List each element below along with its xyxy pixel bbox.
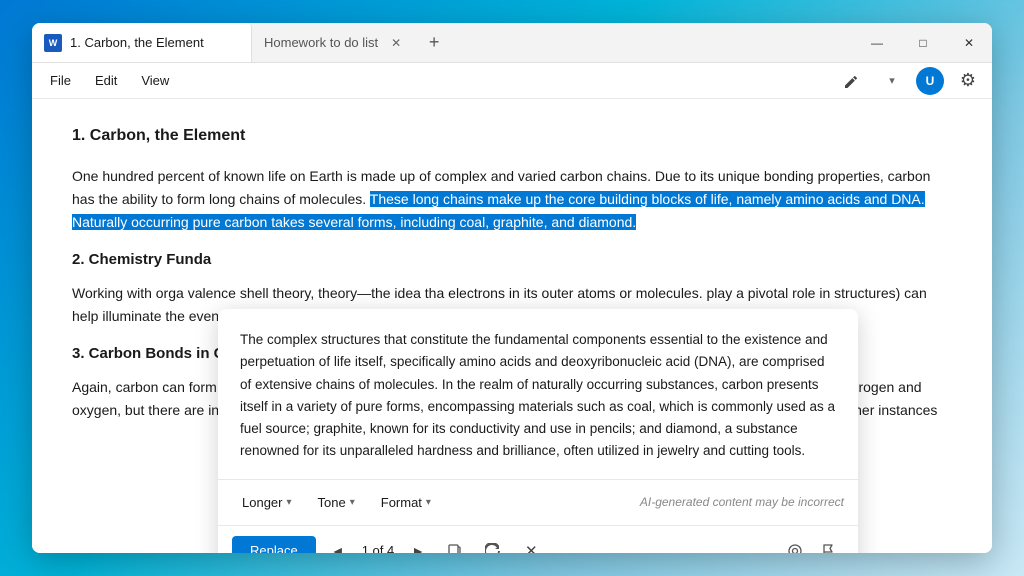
ai-popup-text: The complex structures that constitute t… bbox=[218, 309, 858, 480]
app-window: W 1. Carbon, the Element Homework to do … bbox=[32, 23, 992, 553]
new-tab-button[interactable]: + bbox=[418, 23, 450, 62]
longer-label: Longer bbox=[242, 495, 282, 510]
inactive-tab[interactable]: Homework to do list ✕ bbox=[252, 23, 418, 62]
active-tab[interactable]: W 1. Carbon, the Element bbox=[32, 23, 252, 62]
ai-popup-actions: Replace ◄ 1 of 4 ► ✕ bbox=[218, 526, 858, 553]
replace-button[interactable]: Replace bbox=[232, 536, 316, 553]
content-area: 1. Carbon, the Element One hundred perce… bbox=[32, 99, 992, 553]
longer-dropdown[interactable]: Longer ▾ bbox=[232, 490, 302, 515]
refresh-button[interactable] bbox=[478, 536, 508, 553]
nav-counter: 1 of 4 bbox=[360, 543, 397, 553]
ai-popup: The complex structures that constitute t… bbox=[218, 309, 858, 553]
menu-bar: File Edit View ▾ U ⚙ bbox=[32, 63, 992, 99]
edit-icon[interactable] bbox=[836, 65, 868, 97]
maximize-button[interactable]: □ bbox=[900, 23, 946, 63]
active-tab-label: 1. Carbon, the Element bbox=[70, 35, 204, 50]
user-avatar[interactable]: U bbox=[916, 67, 944, 95]
close-ai-button[interactable]: ✕ bbox=[516, 536, 546, 553]
format-arrow-icon: ▾ bbox=[426, 497, 431, 508]
window-controls: — □ ✕ bbox=[854, 23, 992, 62]
right-actions bbox=[780, 536, 844, 553]
menu-edit[interactable]: Edit bbox=[85, 69, 127, 92]
format-label: Format bbox=[381, 495, 422, 510]
toolbar-right: ▾ U ⚙ bbox=[836, 65, 984, 97]
inactive-tab-label: Homework to do list bbox=[264, 35, 378, 50]
ai-popup-controls: Longer ▾ Tone ▾ Format ▾ AI-generated co… bbox=[218, 480, 858, 526]
document-title: 1. Carbon, the Element bbox=[72, 123, 952, 149]
paragraph-1: One hundred percent of known life on Ear… bbox=[72, 165, 952, 234]
tone-dropdown[interactable]: Tone ▾ bbox=[308, 490, 365, 515]
section-2-title: 2. Chemistry Funda bbox=[72, 248, 952, 272]
dropdown-icon[interactable]: ▾ bbox=[876, 65, 908, 97]
format-dropdown[interactable]: Format ▾ bbox=[371, 490, 441, 515]
tab-close-icon[interactable]: ✕ bbox=[386, 33, 406, 53]
menu-view[interactable]: View bbox=[131, 69, 179, 92]
settings-icon[interactable]: ⚙ bbox=[952, 65, 984, 97]
tone-arrow-icon: ▾ bbox=[350, 497, 355, 508]
minimize-button[interactable]: — bbox=[854, 23, 900, 63]
menu-file[interactable]: File bbox=[40, 69, 81, 92]
longer-arrow-icon: ▾ bbox=[286, 497, 291, 508]
bookmark-button[interactable] bbox=[780, 536, 810, 553]
copy-button[interactable] bbox=[440, 536, 470, 553]
section-2-label: 2. Chemistry Funda bbox=[72, 251, 211, 268]
ai-disclaimer: AI-generated content may be incorrect bbox=[640, 495, 844, 509]
word-icon: W bbox=[44, 34, 62, 52]
nav-prev-button[interactable]: ◄ bbox=[324, 537, 352, 553]
close-button[interactable]: ✕ bbox=[946, 23, 992, 63]
flag-button[interactable] bbox=[814, 536, 844, 553]
section-3-label: 3. Carbon Bonds in C bbox=[72, 345, 225, 362]
tone-label: Tone bbox=[318, 495, 346, 510]
nav-next-button[interactable]: ► bbox=[404, 537, 432, 553]
title-bar: W 1. Carbon, the Element Homework to do … bbox=[32, 23, 992, 63]
